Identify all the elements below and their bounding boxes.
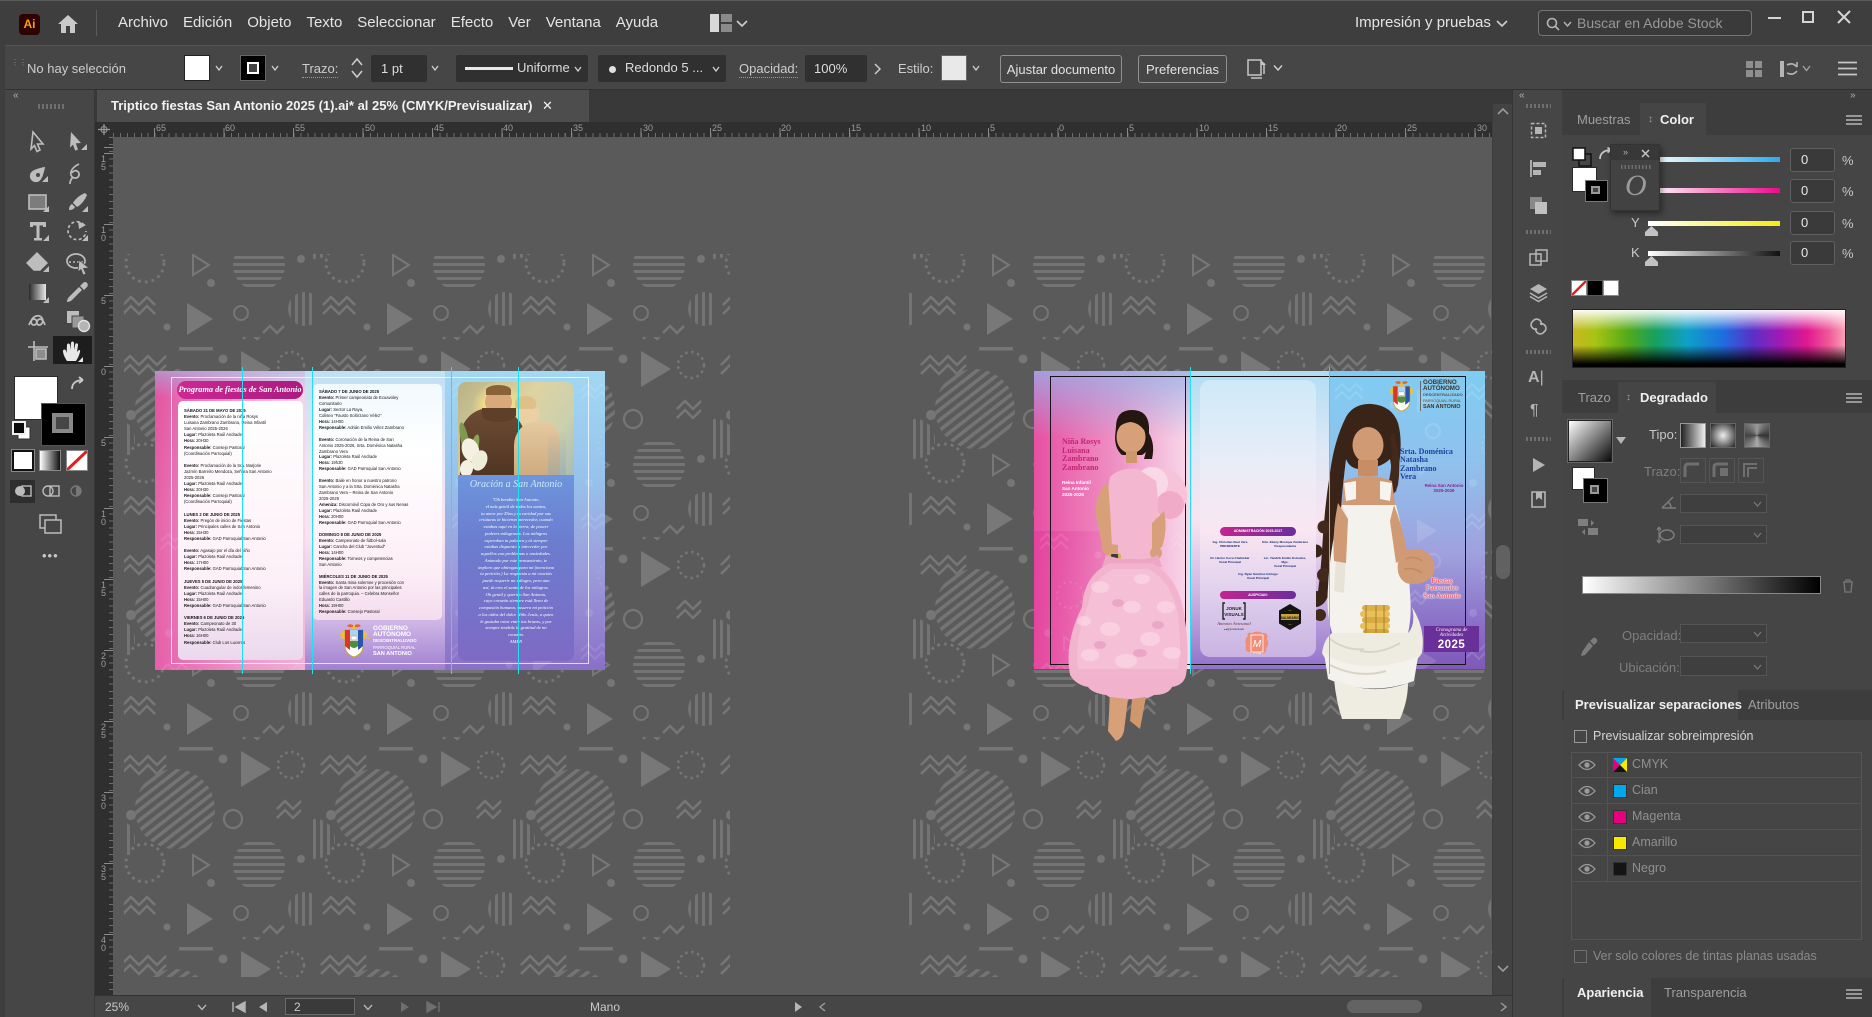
svg-text:JONUK: JONUK bbox=[1226, 606, 1243, 611]
svg-text:VISUALS: VISUALS bbox=[1224, 612, 1244, 617]
svg-text:***: *** bbox=[1288, 623, 1291, 627]
svg-text:***: *** bbox=[1288, 609, 1291, 613]
svg-text:MODAS: MODAS bbox=[1253, 652, 1262, 655]
svg-text:BALNEARIO: BALNEARIO bbox=[1281, 616, 1300, 620]
svg-text:M: M bbox=[1253, 639, 1262, 650]
